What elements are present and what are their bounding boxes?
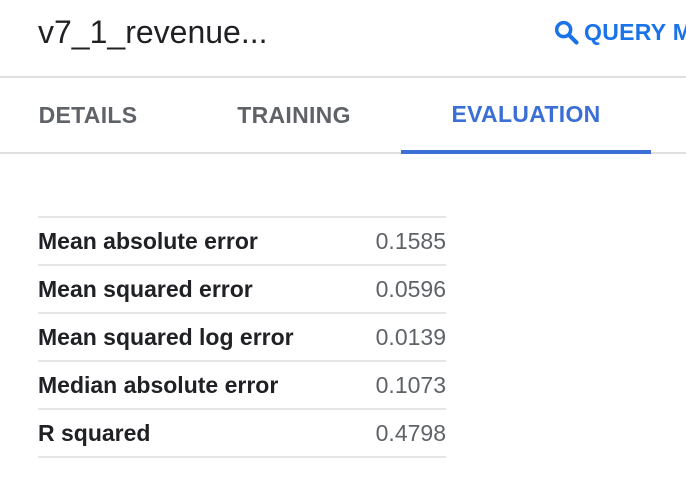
metric-value: 0.0139 <box>375 323 446 350</box>
table-row: Mean absolute error 0.1585 <box>38 218 446 266</box>
model-details-page: v7_1_revenue... QUERY M DETAILS TRAINING… <box>0 0 686 496</box>
table-row: Mean squared log error 0.0139 <box>38 314 446 362</box>
tab-bar: DETAILS TRAINING EVALUATION <box>0 78 686 154</box>
metric-name: Mean squared error <box>38 275 253 302</box>
table-row: R squared 0.4798 <box>38 410 446 458</box>
tab-evaluation[interactable]: EVALUATION <box>401 78 651 154</box>
query-model-button[interactable]: QUERY M <box>552 14 686 50</box>
metric-name: Mean absolute error <box>38 227 258 254</box>
metric-name: R squared <box>38 419 151 446</box>
tab-details[interactable]: DETAILS <box>0 78 176 152</box>
page-title: v7_1_revenue... <box>38 14 268 50</box>
table-row: Median absolute error 0.1073 <box>38 362 446 410</box>
metric-name: Median absolute error <box>38 371 279 398</box>
tab-training[interactable]: TRAINING <box>206 78 382 152</box>
table-row: Mean squared error 0.0596 <box>38 266 446 314</box>
metric-value: 0.0596 <box>375 275 446 302</box>
page-header: v7_1_revenue... QUERY M <box>0 0 686 78</box>
metric-value: 0.1073 <box>375 371 446 398</box>
search-icon <box>554 20 579 45</box>
metric-value: 0.1585 <box>375 227 446 254</box>
metric-name: Mean squared log error <box>38 323 294 350</box>
evaluation-metrics-table: Mean absolute error 0.1585 Mean squared … <box>38 216 446 458</box>
query-button-label: QUERY M <box>584 18 686 45</box>
metric-value: 0.4798 <box>375 419 446 446</box>
